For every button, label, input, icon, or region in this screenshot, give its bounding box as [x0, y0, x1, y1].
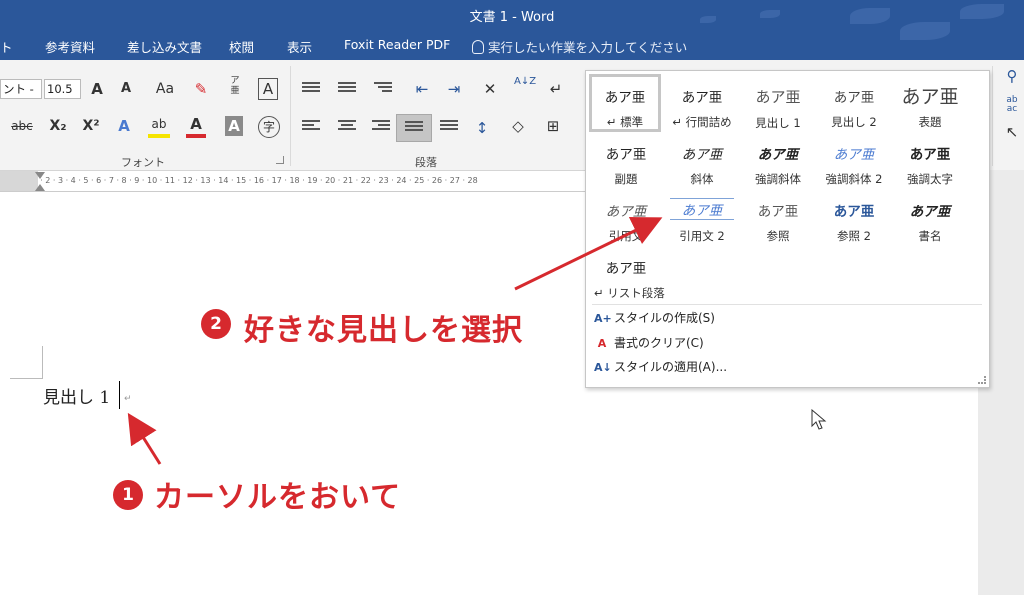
arrow-to-style	[514, 216, 663, 291]
step-1-text: カーソルをおいて	[154, 480, 402, 515]
step-2-text: 好きな見出しを選択	[244, 313, 523, 348]
step-2-badge: 2	[201, 309, 231, 339]
step-1-badge: 1	[113, 480, 143, 510]
arrow-to-cursor	[127, 412, 162, 465]
mouse-pointer-icon	[811, 409, 827, 430]
